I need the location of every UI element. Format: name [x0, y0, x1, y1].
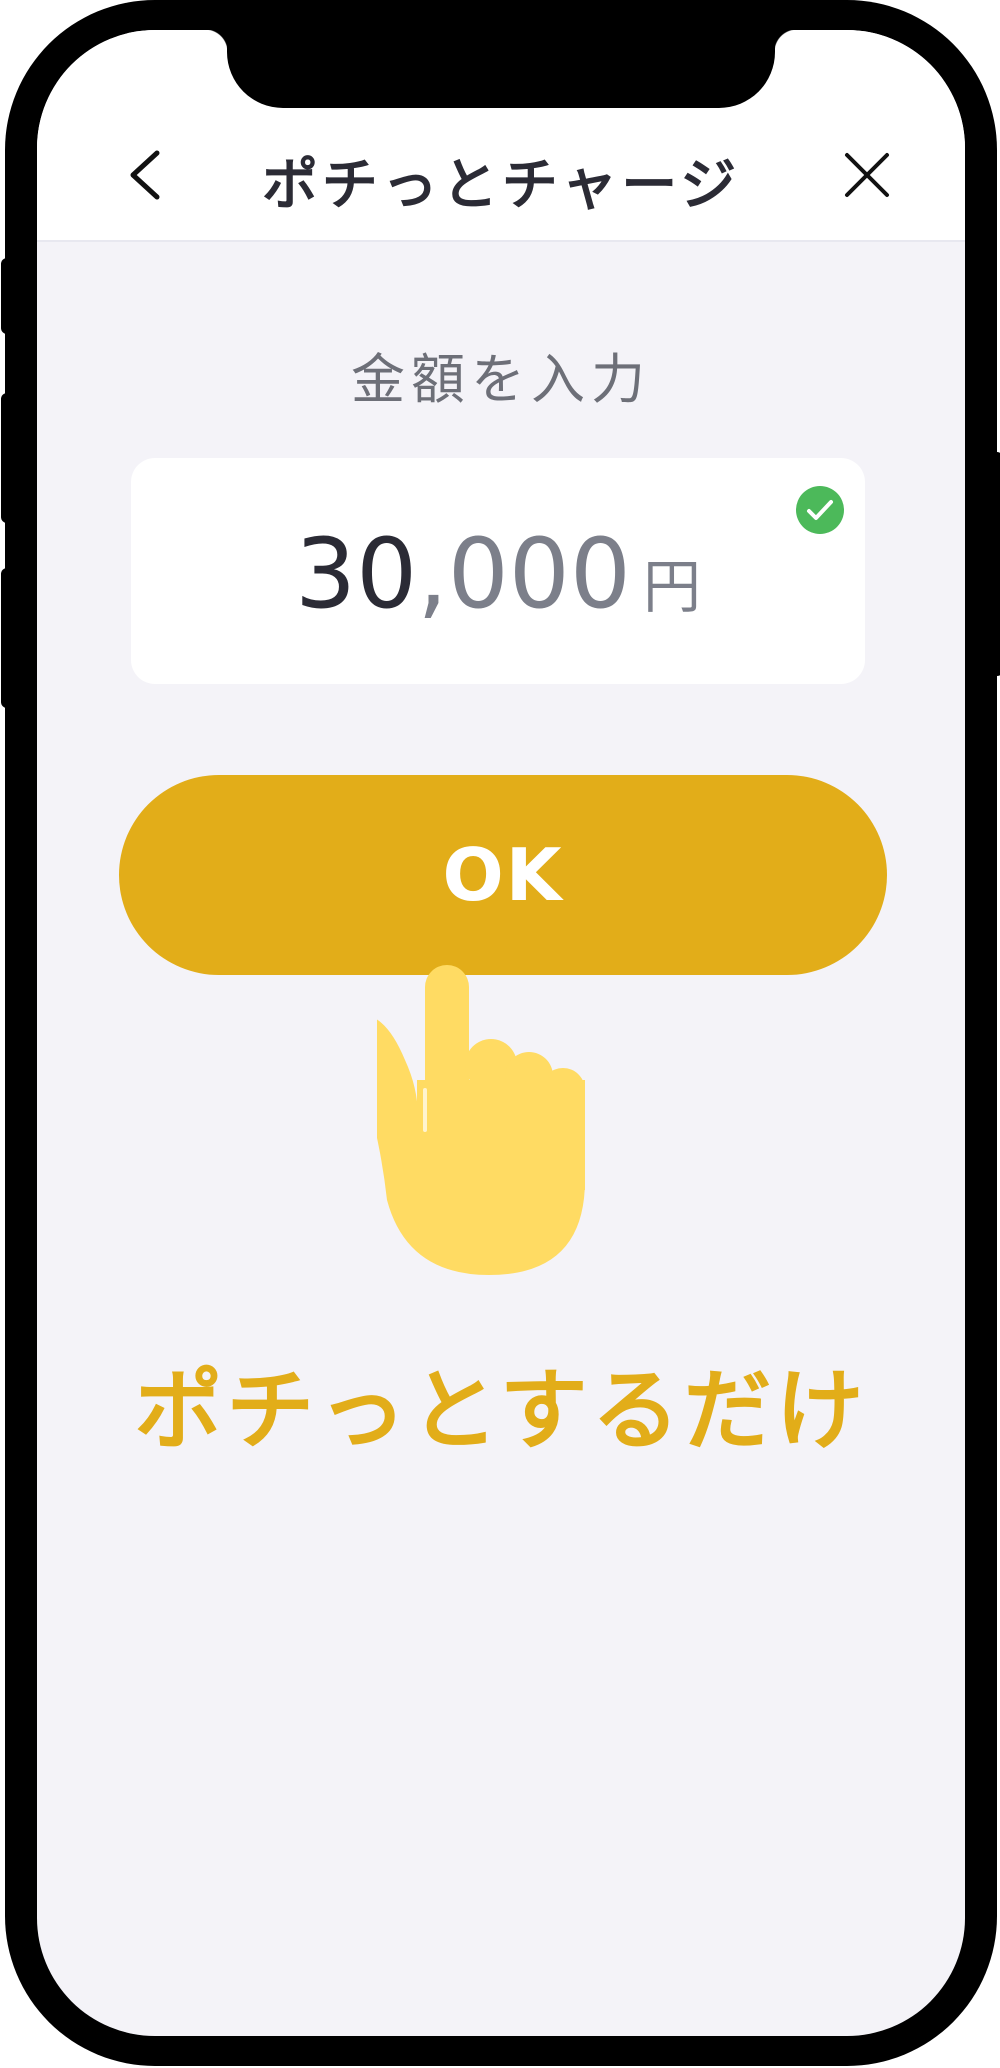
power-button	[991, 452, 1000, 676]
close-icon	[845, 153, 889, 197]
pointing-hand-icon	[377, 965, 585, 1275]
tagline: ポチっとするだけ	[134, 1359, 868, 1462]
amount-value-suggested: ,000	[417, 518, 631, 630]
volume-down-button	[1, 568, 13, 708]
mute-switch	[1, 258, 13, 334]
phone-notch	[205, 30, 797, 108]
phone-screen: ポチっとチャージ 金額を入力 30,000 円 OK ポチっとするだけ	[37, 30, 965, 2036]
currency-unit: 円	[642, 553, 701, 621]
amount-input[interactable]: 30,000 円	[131, 458, 865, 684]
page-title: ポチっとチャージ	[261, 153, 741, 218]
close-button[interactable]	[837, 145, 897, 205]
volume-up-button	[1, 393, 13, 523]
amount-value: 30,000 円	[131, 518, 865, 630]
amount-label: 金額を入力	[351, 348, 651, 411]
phone-frame: ポチっとチャージ 金額を入力 30,000 円 OK ポチっとするだけ	[1, 0, 1000, 2066]
amount-value-entered: 30	[295, 518, 418, 630]
